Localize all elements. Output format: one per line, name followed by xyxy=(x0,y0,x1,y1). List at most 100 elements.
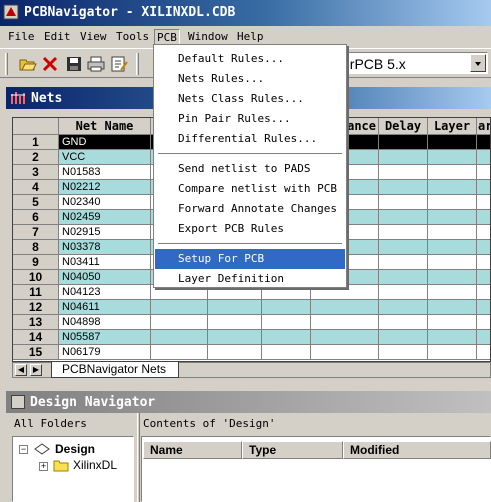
net-name-cell[interactable]: N02340 xyxy=(59,195,151,210)
menu-item-layer-definition[interactable]: Layer Definition xyxy=(155,269,345,289)
row-number[interactable]: 13 xyxy=(13,315,59,330)
menu-item-setup-for-pcb[interactable]: Setup For PCB xyxy=(155,249,345,269)
table-cell[interactable] xyxy=(477,330,490,345)
table-cell[interactable] xyxy=(428,270,477,285)
row-number[interactable]: 7 xyxy=(13,225,59,240)
table-cell[interactable] xyxy=(151,330,208,345)
table-cell[interactable] xyxy=(262,345,311,360)
tab-scroll-right-icon[interactable]: ▶ xyxy=(30,364,42,376)
table-cell[interactable] xyxy=(477,345,490,360)
menu-window[interactable]: Window xyxy=(186,29,230,45)
net-name-cell[interactable]: N04123 xyxy=(59,285,151,300)
table-cell[interactable] xyxy=(262,315,311,330)
table-cell[interactable] xyxy=(477,165,490,180)
corner-header[interactable] xyxy=(13,118,59,135)
net-name-cell[interactable]: N04898 xyxy=(59,315,151,330)
table-cell[interactable] xyxy=(428,345,477,360)
sheet-tab-nets[interactable]: PCBNavigator Nets xyxy=(51,362,180,378)
table-cell[interactable] xyxy=(477,135,490,150)
table-cell[interactable] xyxy=(428,195,477,210)
row-number[interactable]: 10 xyxy=(13,270,59,285)
table-cell[interactable] xyxy=(379,255,428,270)
table-cell[interactable] xyxy=(428,255,477,270)
open-folder-icon[interactable] xyxy=(18,54,38,74)
net-name-cell[interactable]: GND xyxy=(59,135,151,150)
table-cell[interactable] xyxy=(208,345,262,360)
table-cell[interactable] xyxy=(379,165,428,180)
col-net-name[interactable]: Net Name xyxy=(59,118,151,135)
row-number[interactable]: 14 xyxy=(13,330,59,345)
expand-icon[interactable]: + xyxy=(39,462,48,471)
menu-item-export-pcb-rules[interactable]: Export PCB Rules xyxy=(155,219,345,239)
table-cell[interactable] xyxy=(262,330,311,345)
table-cell[interactable] xyxy=(379,195,428,210)
menu-item-default-rules[interactable]: Default Rules... xyxy=(155,49,345,69)
table-cell[interactable] xyxy=(379,330,428,345)
pane-splitter[interactable] xyxy=(137,413,140,502)
menu-item-nets-rules[interactable]: Nets Rules... xyxy=(155,69,345,89)
edit-icon[interactable] xyxy=(109,54,129,74)
col-modified[interactable]: Modified xyxy=(343,441,491,459)
table-cell[interactable] xyxy=(428,150,477,165)
table-row[interactable]: 14 N05587 xyxy=(13,330,490,345)
menu-item-differential-rules[interactable]: Differential Rules... xyxy=(155,129,345,149)
row-number[interactable]: 4 xyxy=(13,180,59,195)
table-cell[interactable] xyxy=(311,330,379,345)
menu-file[interactable]: File xyxy=(6,29,37,45)
table-row[interactable]: 15 N06179 xyxy=(13,345,490,360)
net-name-cell[interactable]: N02915 xyxy=(59,225,151,240)
row-number[interactable]: 5 xyxy=(13,195,59,210)
col-name[interactable]: Name xyxy=(143,441,242,459)
toolbar-grip[interactable] xyxy=(5,53,8,75)
table-cell[interactable] xyxy=(477,225,490,240)
net-name-cell[interactable]: N04611 xyxy=(59,300,151,315)
menu-item-nets-class-rules[interactable]: Nets Class Rules... xyxy=(155,89,345,109)
table-cell[interactable] xyxy=(477,270,490,285)
table-cell[interactable] xyxy=(477,195,490,210)
table-cell[interactable] xyxy=(428,315,477,330)
tab-scroll-left-icon[interactable]: ◀ xyxy=(15,364,27,376)
row-number[interactable]: 9 xyxy=(13,255,59,270)
contents-list[interactable]: Name Type Modified xyxy=(141,436,491,502)
net-name-cell[interactable]: VCC xyxy=(59,150,151,165)
table-cell[interactable] xyxy=(379,315,428,330)
table-cell[interactable] xyxy=(477,210,490,225)
table-cell[interactable] xyxy=(379,225,428,240)
table-cell[interactable] xyxy=(428,225,477,240)
net-name-cell[interactable]: N02459 xyxy=(59,210,151,225)
table-cell[interactable] xyxy=(311,345,379,360)
row-number[interactable]: 3 xyxy=(13,165,59,180)
menu-help[interactable]: Help xyxy=(235,29,266,45)
table-cell[interactable] xyxy=(151,300,208,315)
table-cell[interactable] xyxy=(428,180,477,195)
table-cell[interactable] xyxy=(477,315,490,330)
table-cell[interactable] xyxy=(311,300,379,315)
net-name-cell[interactable]: N01583 xyxy=(59,165,151,180)
col-layer[interactable]: Layer xyxy=(428,118,477,135)
table-cell[interactable] xyxy=(379,270,428,285)
table-row[interactable]: 13 N04898 xyxy=(13,315,490,330)
net-name-cell[interactable]: N03378 xyxy=(59,240,151,255)
col-delay[interactable]: Delay xyxy=(379,118,428,135)
menu-pcb[interactable]: PCB xyxy=(154,29,180,45)
table-row[interactable]: 12 N04611 xyxy=(13,300,490,315)
table-cell[interactable] xyxy=(428,240,477,255)
folder-tree[interactable]: − Design + XilinxDL xyxy=(12,436,134,502)
title-bar[interactable]: PCBNavigator - XILINXDL.CDB xyxy=(0,0,491,26)
table-cell[interactable] xyxy=(208,330,262,345)
pcb-format-combo[interactable]: erPCB 5.x xyxy=(336,52,488,74)
table-cell[interactable] xyxy=(477,255,490,270)
chevron-down-icon[interactable] xyxy=(470,54,486,72)
table-cell[interactable] xyxy=(379,180,428,195)
col-type[interactable]: Type xyxy=(242,441,343,459)
table-cell[interactable] xyxy=(379,150,428,165)
col-partial[interactable]: ar xyxy=(477,118,490,135)
menu-edit[interactable]: Edit xyxy=(42,29,73,45)
table-cell[interactable] xyxy=(311,315,379,330)
table-cell[interactable] xyxy=(208,300,262,315)
table-cell[interactable] xyxy=(428,300,477,315)
save-icon[interactable] xyxy=(64,54,84,74)
table-cell[interactable] xyxy=(477,150,490,165)
row-number[interactable]: 2 xyxy=(13,150,59,165)
print-icon[interactable] xyxy=(86,54,106,74)
